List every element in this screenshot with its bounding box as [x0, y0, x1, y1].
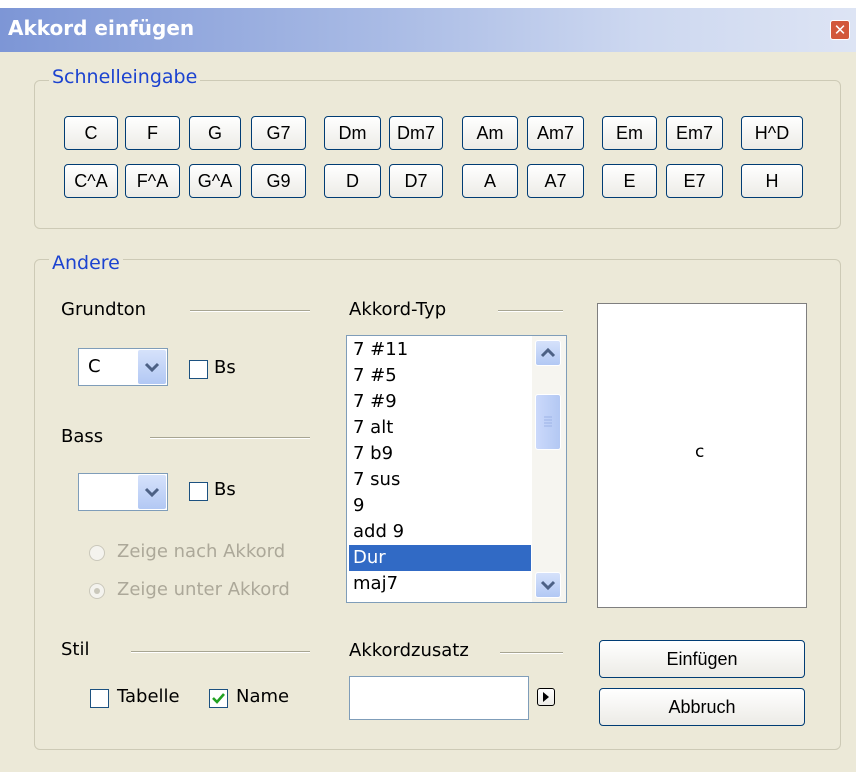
- style-separator: [131, 651, 310, 653]
- bass-label: Bass: [61, 426, 104, 447]
- bass-flat-checkbox[interactable]: [189, 482, 208, 501]
- chord-button-g9[interactable]: G9: [251, 164, 306, 198]
- chord-type-item[interactable]: maj7: [349, 571, 531, 597]
- scroll-down-button[interactable]: [535, 572, 561, 598]
- chord-type-label: Akkord-Typ: [349, 299, 447, 320]
- chord-button-f-a[interactable]: F^A: [125, 164, 180, 198]
- show-after-radio[interactable]: [89, 545, 105, 561]
- radio-selected-dot: [94, 588, 100, 594]
- chord-button-e[interactable]: E: [602, 164, 657, 198]
- bass-combobox[interactable]: [78, 473, 168, 511]
- chord-button-c-a[interactable]: C^A: [64, 164, 118, 198]
- chord-button-g7[interactable]: G7: [251, 116, 306, 150]
- chord-type-item[interactable]: 7 #11: [349, 337, 531, 363]
- chord-button-am7[interactable]: Am7: [527, 116, 584, 150]
- chord-preview: c: [597, 303, 807, 608]
- chord-type-list[interactable]: 7 #11 7 #5 7 #9 7 alt 7 b9 7 sus 9 add 9 Dur maj7: [346, 335, 567, 603]
- dialog-title: Akkord einfügen: [8, 16, 195, 40]
- bass-separator: [150, 437, 310, 439]
- chord-type-separator: [498, 310, 563, 312]
- show-under-radio[interactable]: [89, 583, 105, 599]
- table-checkbox[interactable]: [90, 689, 109, 708]
- chord-preview-text: c: [695, 442, 705, 462]
- grip-icon: [544, 416, 552, 427]
- chord-button-d7[interactable]: D7: [389, 164, 443, 198]
- chevron-down-icon: [144, 487, 160, 498]
- checkmark-icon: [212, 693, 225, 704]
- chord-button-em[interactable]: Em: [602, 116, 657, 150]
- chord-type-item[interactable]: 7 alt: [349, 415, 531, 441]
- chord-button-c[interactable]: C: [64, 116, 118, 150]
- style-label: Stil: [61, 639, 90, 660]
- root-flat-label: Bs: [214, 357, 236, 378]
- root-label: Grundton: [61, 299, 147, 320]
- bass-dropdown-button[interactable]: [138, 475, 166, 509]
- play-arrow-icon: [543, 692, 549, 702]
- chord-button-am[interactable]: Am: [462, 116, 518, 150]
- root-separator: [190, 310, 310, 312]
- root-dropdown-button[interactable]: [138, 350, 166, 384]
- other-legend: Andere: [49, 252, 123, 274]
- chord-type-item[interactable]: 9: [349, 493, 531, 519]
- chord-button-dm[interactable]: Dm: [324, 116, 381, 150]
- chord-button-e7[interactable]: E7: [666, 164, 723, 198]
- quick-input-group: [34, 80, 841, 229]
- chord-button-h[interactable]: H: [741, 164, 803, 198]
- bass-flat-label: Bs: [214, 479, 236, 500]
- chord-type-item[interactable]: 7 #9: [349, 389, 531, 415]
- root-combobox-value: C: [88, 356, 101, 377]
- chord-button-a7[interactable]: A7: [527, 164, 584, 198]
- chord-suffix-label: Akkordzusatz: [349, 640, 469, 661]
- title-bar[interactable]: Akkord einfügen ✕: [0, 8, 856, 52]
- chord-button-h-d[interactable]: H^D: [741, 116, 803, 150]
- root-combobox[interactable]: C: [78, 348, 168, 386]
- scroll-thumb[interactable]: [535, 394, 561, 450]
- chord-type-item[interactable]: 7 #5: [349, 363, 531, 389]
- chord-suffix-separator: [500, 652, 563, 654]
- chord-button-d[interactable]: D: [324, 164, 381, 198]
- cancel-button[interactable]: Abbruch: [599, 688, 805, 726]
- insert-button[interactable]: Einfügen: [599, 640, 805, 678]
- chord-type-item[interactable]: add 9: [349, 519, 531, 545]
- chord-type-item[interactable]: 7 sus: [349, 467, 531, 493]
- suffix-menu-button[interactable]: [537, 688, 555, 706]
- chord-button-f[interactable]: F: [125, 116, 180, 150]
- close-button[interactable]: ✕: [830, 20, 850, 40]
- quick-input-legend: Schnelleingabe: [49, 66, 201, 88]
- chevron-down-icon: [144, 362, 160, 373]
- name-label: Name: [236, 686, 290, 707]
- chord-button-dm7[interactable]: Dm7: [389, 116, 443, 150]
- chevron-up-icon: [540, 347, 556, 358]
- scroll-up-button[interactable]: [535, 340, 561, 366]
- root-flat-checkbox[interactable]: [189, 360, 208, 379]
- show-after-label: Zeige nach Akkord: [117, 541, 286, 562]
- chord-suffix-input[interactable]: [349, 676, 529, 720]
- chord-button-em7[interactable]: Em7: [666, 116, 723, 150]
- close-icon: ✕: [833, 21, 847, 39]
- chord-type-item[interactable]: Dur: [349, 545, 531, 571]
- chord-type-item[interactable]: 7 b9: [349, 441, 531, 467]
- chord-button-g[interactable]: G: [189, 116, 241, 150]
- table-label: Tabelle: [117, 686, 180, 707]
- chord-button-g-a[interactable]: G^A: [189, 164, 241, 198]
- name-checkbox[interactable]: [209, 689, 228, 708]
- chord-type-scrollbar[interactable]: [532, 336, 566, 602]
- chord-button-a[interactable]: A: [462, 164, 518, 198]
- chevron-down-icon: [540, 580, 556, 591]
- show-under-label: Zeige unter Akkord: [117, 579, 290, 600]
